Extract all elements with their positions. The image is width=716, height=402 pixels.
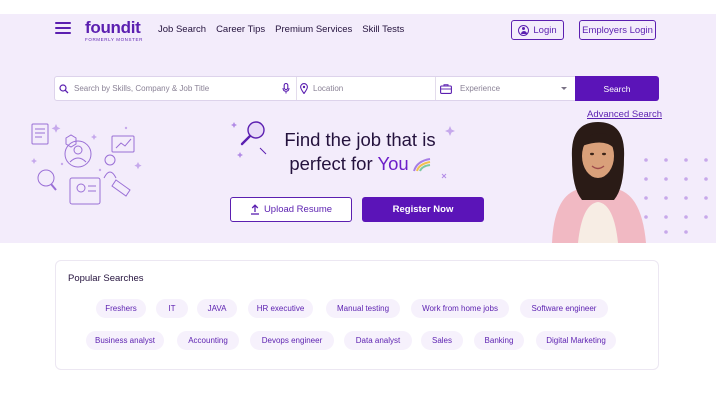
chip-accounting[interactable]: Accounting: [177, 331, 239, 350]
briefcase-icon: [440, 83, 452, 94]
user-icon: [518, 24, 530, 36]
employers-login-label: Employers Login: [582, 24, 653, 36]
chip-devops-engineer[interactable]: Devops engineer: [250, 331, 334, 350]
search-bar: Experience Search: [54, 76, 659, 101]
search-button[interactable]: Search: [575, 76, 659, 101]
upload-icon: [250, 204, 259, 215]
hero-headline: Find the job that is perfect for You: [250, 128, 470, 176]
chip-work-from-home-jobs[interactable]: Work from home jobs: [411, 299, 509, 318]
login-button[interactable]: Login: [511, 20, 564, 40]
headline-line-1: Find the job that is: [284, 129, 436, 150]
location-field[interactable]: [297, 77, 436, 100]
register-now-button[interactable]: Register Now: [362, 197, 484, 222]
logo[interactable]: foundit FORMERLY MONSTER: [85, 18, 143, 42]
login-label: Login: [533, 24, 557, 36]
chip-hr-executive[interactable]: HR executive: [248, 299, 313, 318]
chip-java[interactable]: JAVA: [197, 299, 237, 318]
popular-searches-card: Popular Searches Freshers IT JAVA HR exe…: [55, 260, 659, 370]
nav-premium-services[interactable]: Premium Services: [275, 24, 352, 35]
job-search-illustration: [31, 123, 142, 205]
chip-software-engineer[interactable]: Software engineer: [520, 299, 608, 318]
headline-line-2: perfect for You: [250, 152, 470, 176]
dot-pattern-decoration: [644, 158, 708, 234]
chip-freshers[interactable]: Freshers: [96, 299, 146, 318]
headline-prefix: perfect for: [289, 153, 373, 174]
search-icon: [59, 83, 69, 93]
nav-job-search[interactable]: Job Search: [158, 24, 206, 35]
logo-subtitle: FORMERLY MONSTER: [85, 37, 143, 42]
mic-icon[interactable]: [282, 83, 290, 94]
chip-banking[interactable]: Banking: [474, 331, 524, 350]
experience-select[interactable]: Experience: [436, 77, 575, 100]
keyword-field[interactable]: [55, 77, 297, 100]
location-pin-icon: [300, 83, 308, 94]
rainbow-icon: [412, 158, 430, 172]
upload-resume-label: Upload Resume: [263, 204, 333, 215]
location-input[interactable]: [313, 84, 435, 93]
chip-manual-testing[interactable]: Manual testing: [326, 299, 400, 318]
chip-business-analyst[interactable]: Business analyst: [86, 331, 164, 350]
logo-text: foundit: [85, 18, 141, 37]
menu-icon[interactable]: [55, 22, 71, 34]
headline-highlight: You: [377, 153, 409, 174]
chip-sales[interactable]: Sales: [421, 331, 463, 350]
nav-career-tips[interactable]: Career Tips: [216, 24, 265, 35]
chevron-down-icon: [561, 87, 567, 90]
chip-it[interactable]: IT: [156, 299, 188, 318]
main-nav: Job Search Career Tips Premium Services …: [158, 24, 404, 35]
experience-placeholder: Experience: [460, 84, 501, 93]
keyword-input[interactable]: [74, 84, 282, 93]
nav-skill-tests[interactable]: Skill Tests: [362, 24, 404, 35]
upload-resume-button[interactable]: Upload Resume: [230, 197, 352, 222]
chip-digital-marketing[interactable]: Digital Marketing: [536, 331, 616, 350]
employers-login-button[interactable]: Employers Login: [579, 20, 656, 40]
hero-person-image: [552, 122, 646, 243]
popular-searches-title: Popular Searches: [68, 273, 144, 284]
chip-data-analyst[interactable]: Data analyst: [344, 331, 412, 350]
